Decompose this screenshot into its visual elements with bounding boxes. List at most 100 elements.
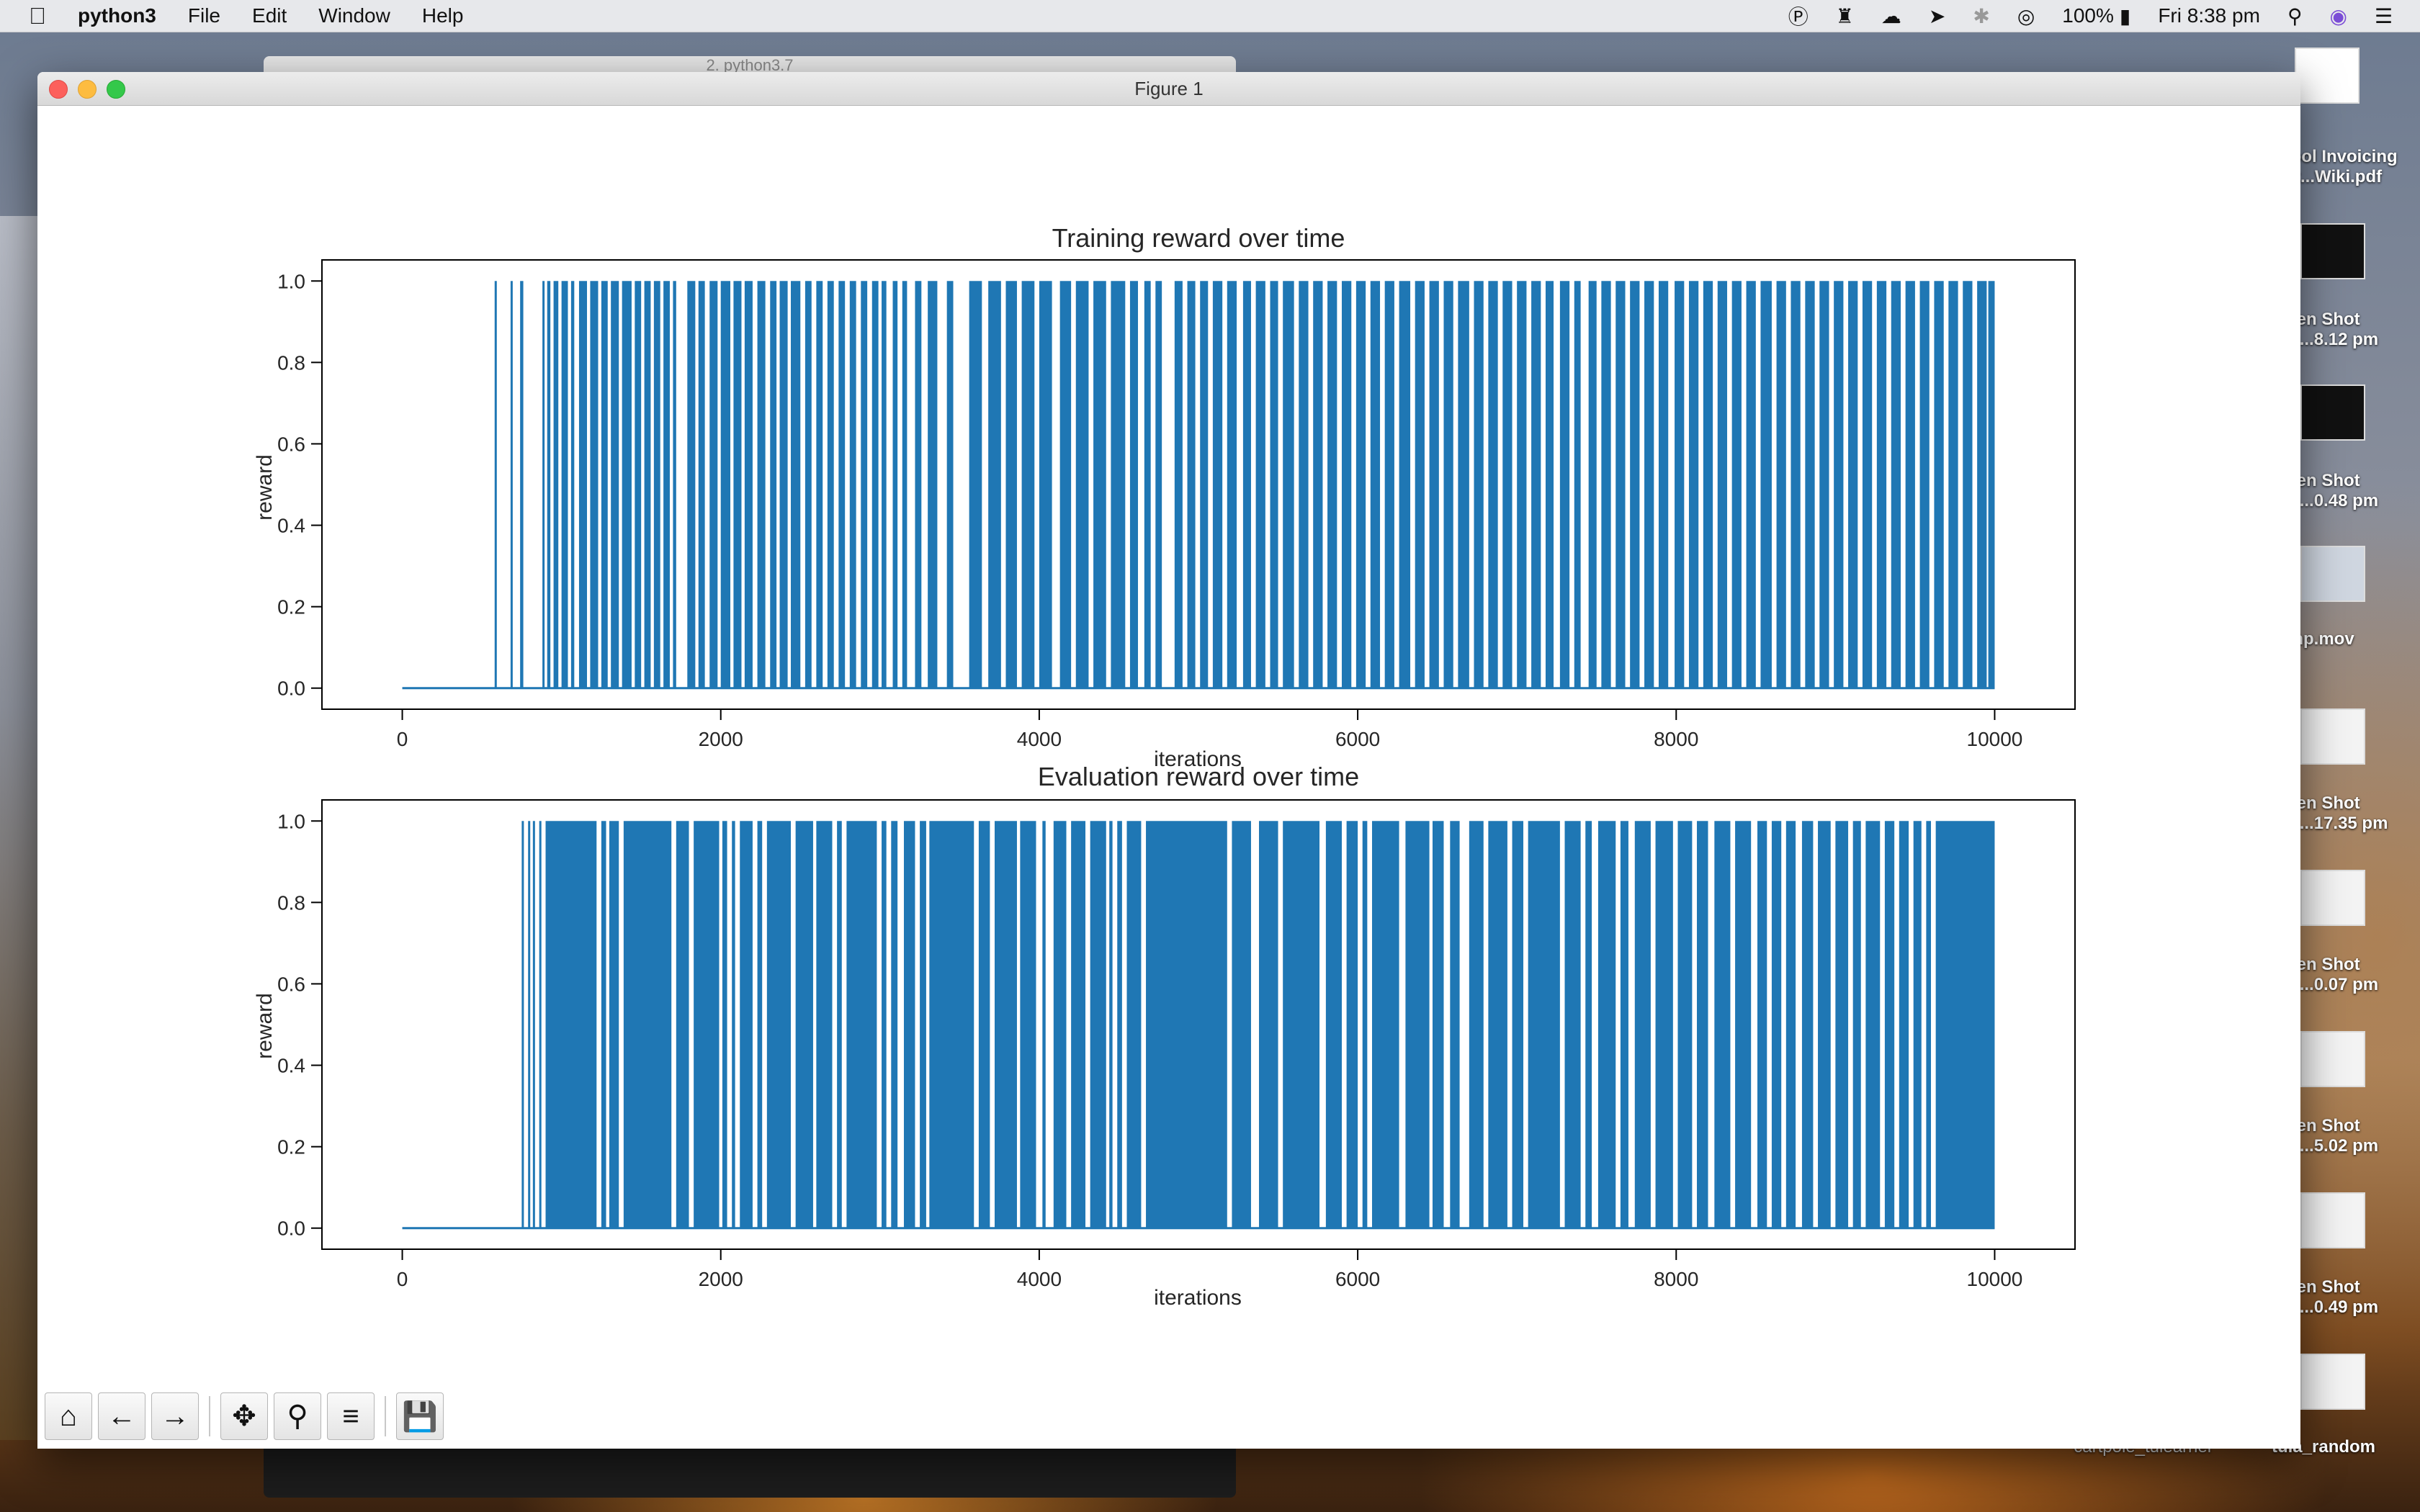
wifi-icon[interactable]: ◎ [2017, 4, 2035, 28]
cloud-upload-icon[interactable]: ☁ [1881, 4, 1901, 28]
x-tick-label: 6000 [1335, 728, 1380, 750]
menu-edit[interactable]: Edit [252, 4, 287, 27]
reward-spike [902, 281, 908, 688]
reward-spike [766, 821, 792, 1228]
reward-spike [1899, 821, 1909, 1228]
movie-thumbnail-icon[interactable] [2300, 546, 2365, 602]
back-icon[interactable]: ← [98, 1392, 145, 1440]
battery-percent[interactable]: 100% [2062, 4, 2114, 27]
notification-center-icon[interactable]: ☰ [2375, 4, 2393, 28]
reward-spike [816, 281, 823, 688]
reward-spike [1862, 281, 1873, 688]
reward-spike [846, 821, 877, 1228]
reward-spike [1760, 281, 1772, 688]
reward-spike [1325, 821, 1342, 1228]
y-tick-label: 0.2 [277, 1136, 305, 1158]
y-tick-label: 0.4 [277, 515, 305, 537]
reward-spike [1021, 281, 1035, 688]
reward-spike [1884, 821, 1895, 1228]
pan-icon[interactable]: ✥ [220, 1392, 268, 1440]
save-icon[interactable]: 💾 [396, 1392, 444, 1440]
menu-help[interactable]: Help [422, 4, 464, 27]
reward-spike [1588, 281, 1597, 688]
reward-spike [995, 821, 1017, 1228]
reward-spike [988, 281, 1001, 688]
screenshot-thumbnail-icon[interactable] [2300, 1354, 2365, 1410]
window-titlebar[interactable]: Figure 1 [37, 72, 2300, 106]
reward-spike [1852, 821, 1861, 1228]
screenshot-thumbnail-icon[interactable] [2300, 708, 2365, 765]
screenshot-thumbnail-icon[interactable] [2300, 384, 2365, 441]
reward-spike [838, 281, 846, 688]
reward-spike [827, 281, 834, 688]
apple-menu-icon[interactable]:  [29, 3, 46, 30]
reward-spike [1384, 281, 1394, 688]
reward-spike [1791, 281, 1801, 688]
evernote-icon[interactable]: ♜ [1836, 4, 1854, 28]
reward-spike [1259, 821, 1278, 1228]
configure-subplots-icon[interactable]: ≡ [327, 1392, 375, 1440]
window-title: Figure 1 [1134, 78, 1204, 99]
reward-spike [1093, 281, 1106, 688]
reward-spike [1488, 821, 1507, 1228]
reward-spike [740, 821, 753, 1228]
reward-spike [1450, 821, 1460, 1228]
plot-title: Training reward over time [1052, 223, 1345, 253]
reward-spike [1212, 281, 1223, 688]
reward-spike [733, 281, 742, 688]
reward-spike [871, 281, 879, 688]
reward-spike [795, 821, 813, 1228]
x-tick-label: 0 [397, 1268, 408, 1290]
bluetooth-icon[interactable]: ✱ [1973, 4, 1989, 28]
training-reward-chart: 0 2000 4000 6000 8000 10000 0.0 0.2 0.4 0.6 0.8 1.0 [277, 270, 2022, 750]
reward-spike [1415, 281, 1425, 688]
reward-spike [1109, 821, 1113, 1228]
plot-title: Evaluation reward over time [1037, 762, 1360, 791]
reward-spike [1144, 281, 1151, 688]
reward-spike [1429, 281, 1439, 688]
forward-icon[interactable]: → [151, 1392, 199, 1440]
toolbar-separator [209, 1396, 210, 1436]
reward-spike [1443, 281, 1453, 688]
screenshot-thumbnail-icon[interactable] [2300, 870, 2365, 926]
location-icon[interactable]: ➤ [1929, 4, 1945, 28]
menu-file[interactable]: File [188, 4, 220, 27]
x-tick-label: 2000 [699, 728, 743, 750]
home-icon[interactable]: ⌂ [45, 1392, 92, 1440]
x-tick-label: 10000 [1967, 1268, 2023, 1290]
reward-spike [920, 821, 926, 1228]
reward-spike [622, 281, 632, 688]
spotlight-search-icon[interactable]: ⚲ [2287, 4, 2303, 28]
x-tick-label: 4000 [1017, 728, 1062, 750]
screenshot-thumbnail-icon[interactable] [2300, 1192, 2365, 1248]
reward-spike [779, 281, 788, 688]
battery-icon[interactable]: ▮ [2120, 4, 2130, 28]
reward-spike [1528, 821, 1560, 1228]
reward-spike [1865, 821, 1881, 1228]
reward-spike [1630, 281, 1640, 688]
reward-spike [1703, 281, 1713, 688]
reward-spike [1675, 281, 1685, 688]
screenshot-thumbnail-icon[interactable] [2300, 1031, 2365, 1087]
reward-spike [1848, 281, 1858, 688]
zoom-icon[interactable]: ⚲ [274, 1392, 321, 1440]
app-menu[interactable]: python3 [78, 4, 156, 27]
reward-spike [653, 281, 660, 688]
reward-spike [635, 281, 642, 688]
reward-spike [1615, 281, 1626, 688]
y-tick-label: 0.8 [277, 351, 305, 374]
screenshot-thumbnail-icon[interactable] [2300, 223, 2365, 279]
reward-spike [1644, 281, 1654, 688]
x-tick-label: 2000 [699, 1268, 743, 1290]
reward-spike [969, 281, 982, 688]
reward-spike [1517, 281, 1527, 688]
pdf-file-icon[interactable] [2295, 48, 2360, 104]
clock[interactable]: Fri 8:38 pm [2158, 4, 2260, 27]
1password-icon[interactable]: Ⓟ [1788, 1, 1809, 30]
siri-icon[interactable]: ◉ [2329, 4, 2347, 28]
reward-spike [694, 821, 720, 1228]
menu-window[interactable]: Window [318, 4, 390, 27]
reward-spike [676, 821, 689, 1228]
reward-spike [805, 281, 812, 688]
x-tick-label: 6000 [1335, 1268, 1380, 1290]
